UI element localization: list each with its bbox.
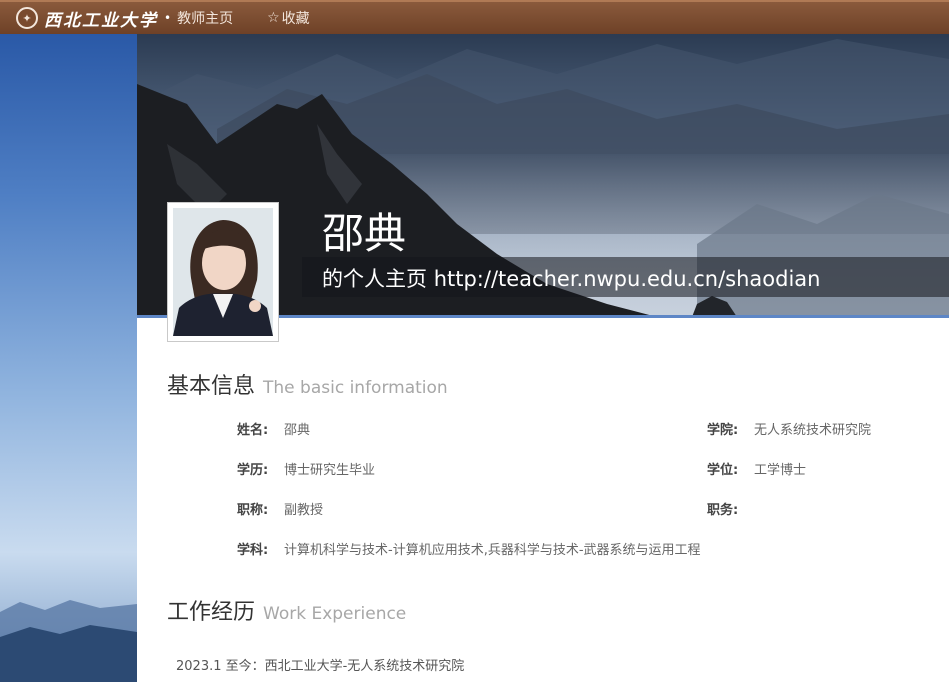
favorite-label: 收藏 <box>281 11 310 27</box>
star-icon: ☆ <box>267 10 280 26</box>
field-education-label: 学历: <box>237 463 269 478</box>
avatar <box>167 202 279 342</box>
field-college-value: 无人系统技术研究院 <box>754 423 872 438</box>
work-experience-title: 工作经历 <box>167 600 256 625</box>
basic-info-title: 基本信息 <box>167 374 256 399</box>
basic-info-subtitle: The basic information <box>263 378 448 398</box>
work-experience-item: 2023.1 至今：西北工业大学-无人系统技术研究院 <box>176 659 465 674</box>
left-sky-background <box>0 34 137 682</box>
field-discipline-label: 学科: <box>237 543 269 558</box>
field-title-label: 职称: <box>237 503 269 518</box>
field-title-value: 副教授 <box>284 503 324 518</box>
university-emblem-icon: ✦ <box>16 7 38 29</box>
field-college-label: 学院: <box>707 423 739 438</box>
favorite-button[interactable]: ☆ 收藏 <box>267 8 310 28</box>
basic-info-heading: 基本信息 The basic information <box>167 368 448 400</box>
field-degree-label: 学位: <box>707 463 739 478</box>
profile-photo <box>173 208 273 336</box>
work-experience-heading: 工作经历 Work Experience <box>167 594 406 626</box>
separator-dot: • <box>164 11 172 25</box>
field-degree-value: 工学博士 <box>754 463 807 478</box>
teacher-name: 邵典 <box>322 209 407 258</box>
field-education-value: 博士研究生毕业 <box>284 463 376 478</box>
teacher-home-link[interactable]: 教师主页 <box>177 8 233 28</box>
university-logo[interactable]: ✦ 西北工业大学 <box>16 6 158 31</box>
university-name: 西北工业大学 <box>44 10 158 31</box>
work-experience-subtitle: Work Experience <box>263 604 407 624</box>
field-name-value: 邵典 <box>284 423 311 438</box>
field-name-label: 姓名: <box>237 423 269 438</box>
field-position-label: 职务: <box>707 503 739 518</box>
top-nav-bar: ✦ 西北工业大学 • 教师主页 ☆ 收藏 <box>0 0 949 34</box>
homepage-subtitle: 的个人主页 http://teacher.nwpu.edu.cn/shaodia… <box>322 263 820 293</box>
field-discipline-value: 计算机科学与技术-计算机应用技术,兵器科学与技术-武器系统与运用工程 <box>284 543 701 558</box>
homepage-url[interactable]: http://teacher.nwpu.edu.cn/shaodian <box>434 267 821 291</box>
left-mountain-silhouette <box>0 600 137 682</box>
homepage-label: 的个人主页 <box>322 267 427 291</box>
